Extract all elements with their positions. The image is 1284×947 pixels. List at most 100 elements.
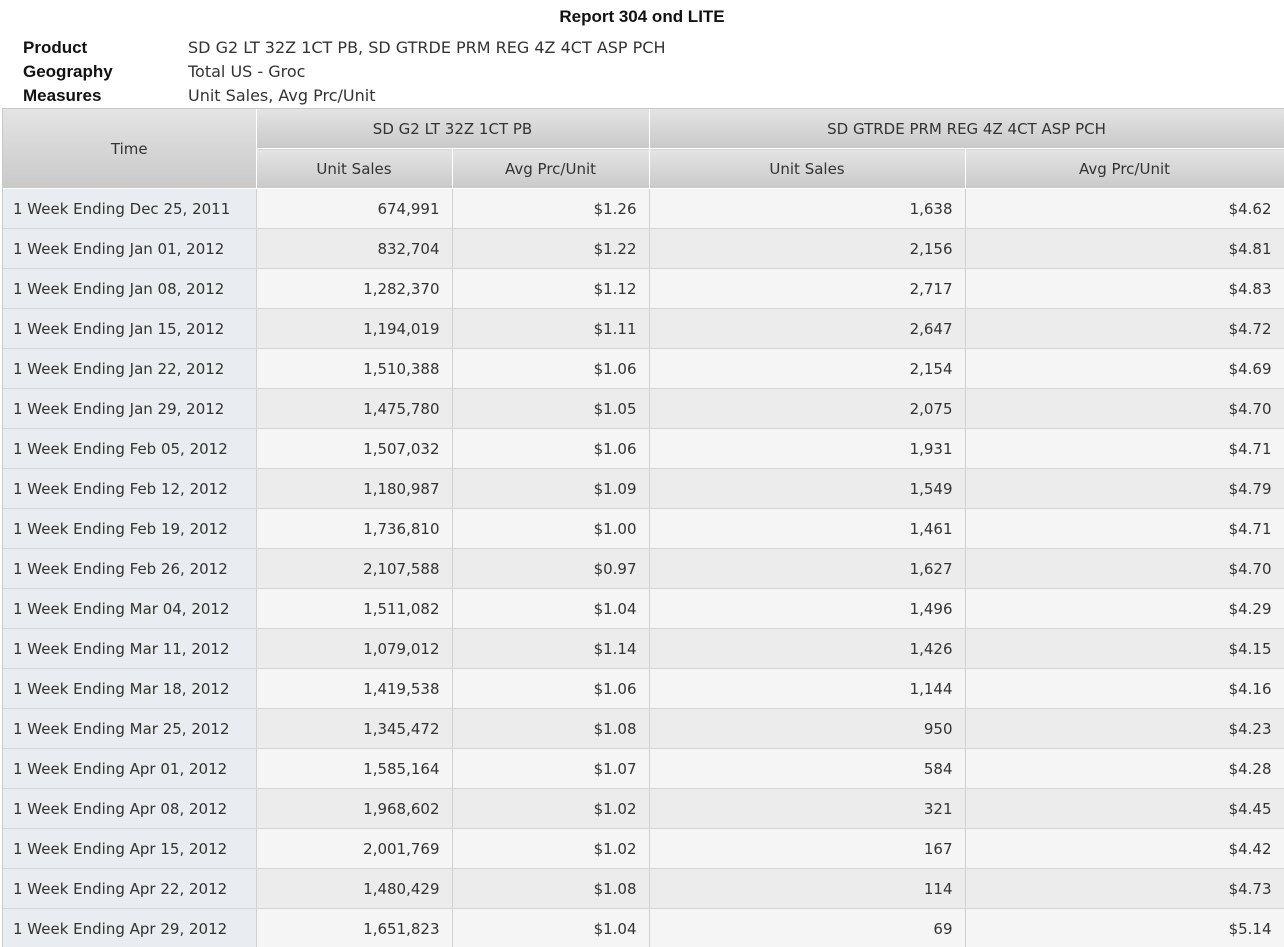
time-cell: 1 Week Ending Feb 26, 2012 [3, 549, 256, 589]
report-title: Report 304 ond LITE [0, 7, 1284, 27]
table-row[interactable]: 1 Week Ending Mar 25, 20121,345,472$1.08… [3, 709, 1284, 749]
g1-unit-sales-cell: 674,991 [256, 189, 452, 229]
g2-avg-price-cell: $4.71 [965, 509, 1284, 549]
product-value: SD G2 LT 32Z 1CT PB, SD GTRDE PRM REG 4Z… [188, 37, 666, 61]
g2-avg-price-cell: $4.81 [965, 229, 1284, 269]
time-cell: 1 Week Ending Apr 08, 2012 [3, 789, 256, 829]
column-header-g2-unit-sales[interactable]: Unit Sales [649, 149, 965, 189]
time-cell: 1 Week Ending Feb 05, 2012 [3, 429, 256, 469]
time-cell: 1 Week Ending Mar 18, 2012 [3, 669, 256, 709]
g1-avg-price-cell: $1.04 [452, 589, 649, 629]
g2-avg-price-cell: $5.14 [965, 909, 1284, 947]
table-row[interactable]: 1 Week Ending Feb 05, 20121,507,032$1.06… [3, 429, 1284, 469]
table-body: 1 Week Ending Dec 25, 2011674,991$1.261,… [3, 189, 1284, 947]
time-cell: 1 Week Ending Apr 15, 2012 [3, 829, 256, 869]
g1-avg-price-cell: $1.11 [452, 309, 649, 349]
table-row[interactable]: 1 Week Ending Feb 12, 20121,180,987$1.09… [3, 469, 1284, 509]
table-row[interactable]: 1 Week Ending Apr 15, 20122,001,769$1.02… [3, 829, 1284, 869]
g1-avg-price-cell: $1.06 [452, 669, 649, 709]
g1-avg-price-cell: $1.09 [452, 469, 649, 509]
g2-unit-sales-cell: 950 [649, 709, 965, 749]
data-table: Time SD G2 LT 32Z 1CT PB SD GTRDE PRM RE… [3, 109, 1284, 947]
g1-unit-sales-cell: 1,282,370 [256, 269, 452, 309]
time-cell: 1 Week Ending Mar 25, 2012 [3, 709, 256, 749]
table-row[interactable]: 1 Week Ending Feb 19, 20121,736,810$1.00… [3, 509, 1284, 549]
product-label: Product [23, 37, 188, 61]
g2-unit-sales-cell: 1,549 [649, 469, 965, 509]
g2-unit-sales-cell: 1,496 [649, 589, 965, 629]
g2-avg-price-cell: $4.70 [965, 549, 1284, 589]
g1-avg-price-cell: $1.22 [452, 229, 649, 269]
measures-label: Measures [23, 85, 188, 109]
g1-unit-sales-cell: 1,194,019 [256, 309, 452, 349]
data-grid: Time SD G2 LT 32Z 1CT PB SD GTRDE PRM RE… [2, 108, 1284, 947]
g1-unit-sales-cell: 1,419,538 [256, 669, 452, 709]
meta-row-geography: Geography Total US - Groc [23, 61, 666, 85]
g2-avg-price-cell: $4.28 [965, 749, 1284, 789]
g2-avg-price-cell: $4.71 [965, 429, 1284, 469]
g1-unit-sales-cell: 1,968,602 [256, 789, 452, 829]
g1-avg-price-cell: $0.97 [452, 549, 649, 589]
g2-unit-sales-cell: 2,154 [649, 349, 965, 389]
g1-unit-sales-cell: 1,510,388 [256, 349, 452, 389]
table-row[interactable]: 1 Week Ending Mar 11, 20121,079,012$1.14… [3, 629, 1284, 669]
g1-avg-price-cell: $1.02 [452, 829, 649, 869]
report-meta: Product SD G2 LT 32Z 1CT PB, SD GTRDE PR… [23, 37, 666, 109]
table-row[interactable]: 1 Week Ending Feb 26, 20122,107,588$0.97… [3, 549, 1284, 589]
table-row[interactable]: 1 Week Ending Jan 22, 20121,510,388$1.06… [3, 349, 1284, 389]
table-row[interactable]: 1 Week Ending Jan 15, 20121,194,019$1.11… [3, 309, 1284, 349]
group-header-gtrde-prm[interactable]: SD GTRDE PRM REG 4Z 4CT ASP PCH [649, 109, 1284, 149]
geography-value: Total US - Groc [188, 61, 305, 85]
time-column-header[interactable]: Time [3, 109, 256, 189]
g2-unit-sales-cell: 2,156 [649, 229, 965, 269]
g1-avg-price-cell: $1.00 [452, 509, 649, 549]
g1-avg-price-cell: $1.04 [452, 909, 649, 947]
table-row[interactable]: 1 Week Ending Apr 22, 20121,480,429$1.08… [3, 869, 1284, 909]
g2-unit-sales-cell: 1,461 [649, 509, 965, 549]
g2-unit-sales-cell: 1,627 [649, 549, 965, 589]
g2-avg-price-cell: $4.79 [965, 469, 1284, 509]
table-row[interactable]: 1 Week Ending Apr 08, 20121,968,602$1.02… [3, 789, 1284, 829]
time-cell: 1 Week Ending Jan 01, 2012 [3, 229, 256, 269]
g2-unit-sales-cell: 2,647 [649, 309, 965, 349]
g1-avg-price-cell: $1.08 [452, 869, 649, 909]
g2-unit-sales-cell: 114 [649, 869, 965, 909]
time-cell: 1 Week Ending Jan 15, 2012 [3, 309, 256, 349]
meta-row-product: Product SD G2 LT 32Z 1CT PB, SD GTRDE PR… [23, 37, 666, 61]
g1-avg-price-cell: $1.12 [452, 269, 649, 309]
g2-unit-sales-cell: 2,075 [649, 389, 965, 429]
g2-avg-price-cell: $4.16 [965, 669, 1284, 709]
g1-unit-sales-cell: 1,651,823 [256, 909, 452, 947]
g2-avg-price-cell: $4.15 [965, 629, 1284, 669]
g2-avg-price-cell: $4.70 [965, 389, 1284, 429]
g1-unit-sales-cell: 2,107,588 [256, 549, 452, 589]
group-header-g2-lt[interactable]: SD G2 LT 32Z 1CT PB [256, 109, 649, 149]
table-row[interactable]: 1 Week Ending Apr 29, 20121,651,823$1.04… [3, 909, 1284, 947]
g2-unit-sales-cell: 584 [649, 749, 965, 789]
table-row[interactable]: 1 Week Ending Dec 25, 2011674,991$1.261,… [3, 189, 1284, 229]
column-header-g2-avg-price[interactable]: Avg Prc/Unit [965, 149, 1284, 189]
time-cell: 1 Week Ending Jan 22, 2012 [3, 349, 256, 389]
g2-unit-sales-cell: 1,426 [649, 629, 965, 669]
time-cell: 1 Week Ending Apr 29, 2012 [3, 909, 256, 947]
table-row[interactable]: 1 Week Ending Jan 29, 20121,475,780$1.05… [3, 389, 1284, 429]
table-row[interactable]: 1 Week Ending Jan 08, 20121,282,370$1.12… [3, 269, 1284, 309]
time-cell: 1 Week Ending Feb 19, 2012 [3, 509, 256, 549]
g1-avg-price-cell: $1.05 [452, 389, 649, 429]
table-row[interactable]: 1 Week Ending Apr 01, 20121,585,164$1.07… [3, 749, 1284, 789]
column-header-g1-avg-price[interactable]: Avg Prc/Unit [452, 149, 649, 189]
table-row[interactable]: 1 Week Ending Mar 04, 20121,511,082$1.04… [3, 589, 1284, 629]
time-cell: 1 Week Ending Jan 29, 2012 [3, 389, 256, 429]
g1-avg-price-cell: $1.26 [452, 189, 649, 229]
g1-avg-price-cell: $1.08 [452, 709, 649, 749]
measures-value: Unit Sales, Avg Prc/Unit [188, 85, 375, 109]
g2-avg-price-cell: $4.83 [965, 269, 1284, 309]
column-header-g1-unit-sales[interactable]: Unit Sales [256, 149, 452, 189]
g1-unit-sales-cell: 832,704 [256, 229, 452, 269]
g1-avg-price-cell: $1.06 [452, 429, 649, 469]
time-cell: 1 Week Ending Jan 08, 2012 [3, 269, 256, 309]
g1-unit-sales-cell: 1,475,780 [256, 389, 452, 429]
table-row[interactable]: 1 Week Ending Jan 01, 2012832,704$1.222,… [3, 229, 1284, 269]
time-cell: 1 Week Ending Apr 22, 2012 [3, 869, 256, 909]
table-row[interactable]: 1 Week Ending Mar 18, 20121,419,538$1.06… [3, 669, 1284, 709]
